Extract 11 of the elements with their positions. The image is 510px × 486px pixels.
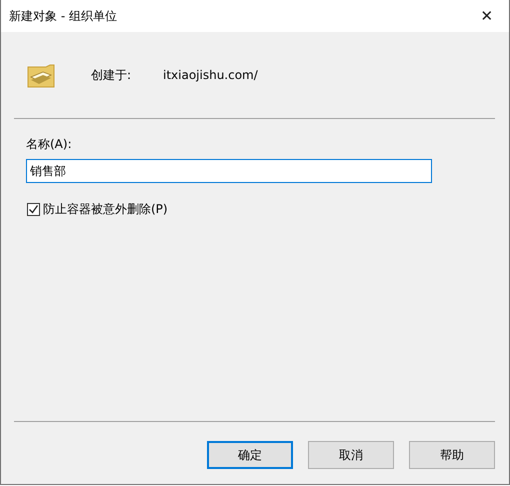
dialog-button[interactable]: 取消 — [308, 441, 394, 469]
name-field[interactable]: 销售部 — [26, 159, 432, 183]
checkbox-label: 防止容器被意外删除(P) — [43, 201, 168, 218]
created-in-label: 创建于: — [91, 66, 132, 84]
dialog-button[interactable]: 确定 — [207, 441, 293, 469]
window-title: 新建对象 - 组织单位 — [9, 8, 117, 24]
close-button[interactable]: ✕ — [465, 0, 509, 32]
name-label: 名称(A): — [26, 136, 72, 153]
container-path: itxiaojishu.com/ — [163, 68, 258, 82]
dialog-button[interactable]: 帮助 — [409, 441, 495, 469]
checkbox[interactable] — [27, 203, 40, 216]
